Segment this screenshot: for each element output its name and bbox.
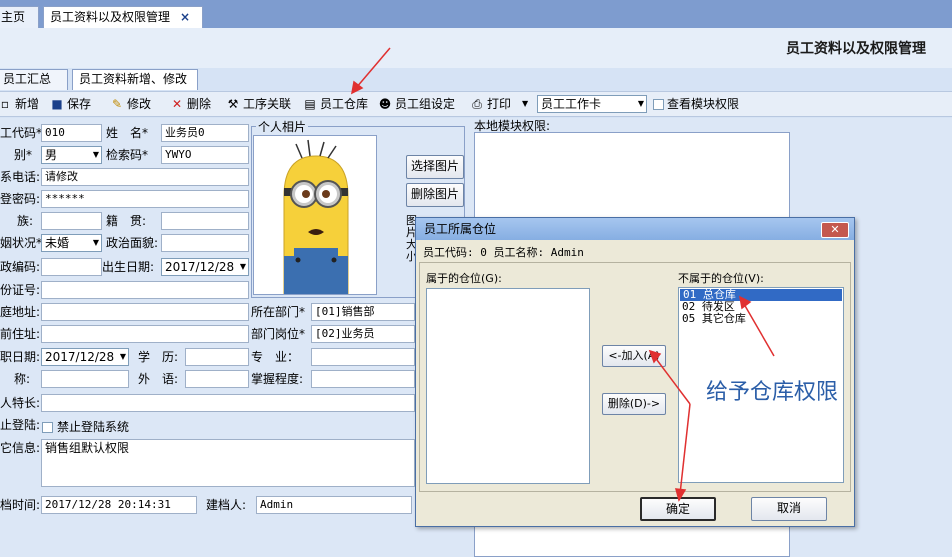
- arrow-head: [674, 488, 687, 502]
- arrow-to-add: [653, 355, 691, 405]
- arrow-to-ok: [679, 403, 691, 495]
- arrow-head: [648, 349, 662, 364]
- arrow-to-warehouse: [355, 47, 391, 89]
- arrow-to-item: [743, 303, 775, 357]
- annotation-arrows: [350, 47, 775, 502]
- arrow-head: [738, 295, 752, 310]
